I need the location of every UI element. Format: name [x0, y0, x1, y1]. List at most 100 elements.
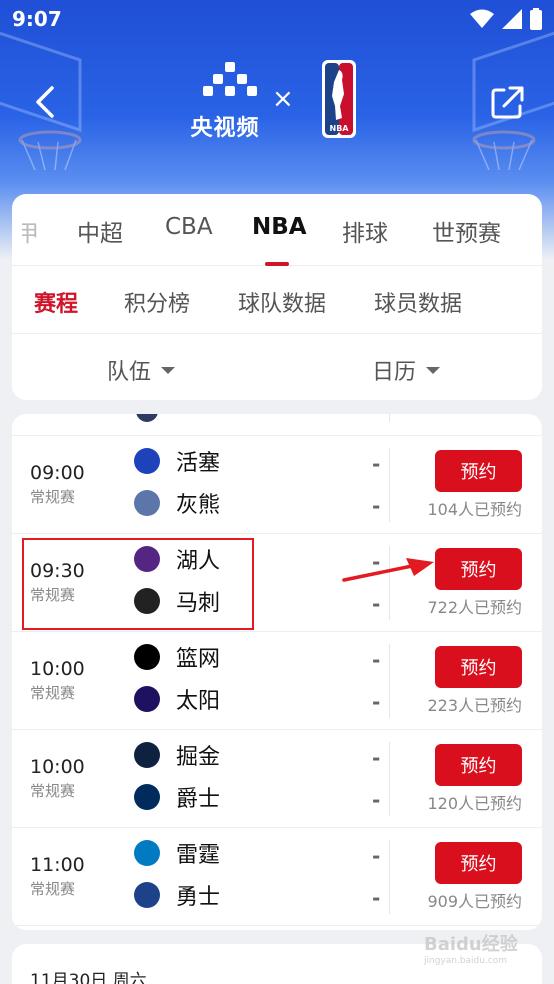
caret-down-icon [426, 366, 441, 374]
away-team-name: 太阳 [176, 689, 221, 714]
home-team: 雷霆 [134, 836, 220, 870]
warriors-logo [134, 882, 160, 908]
game-type: 常规赛 [30, 782, 76, 800]
nets-logo [134, 644, 160, 670]
tab-player-stats[interactable]: 球员数据 [374, 286, 462, 318]
navigation-card: 甲 中超 CBA NBA 排球 世预赛 赛程 积分榜 球队数据 球员数据 队伍 … [12, 194, 542, 400]
tab-world-cup-qualifiers[interactable]: 世预赛 [432, 214, 501, 248]
game-row[interactable]: 11:00 常规赛 雷霆勇士 - - 预约 909人已预约 [12, 828, 542, 926]
jazz-logo [134, 784, 160, 810]
share-button[interactable] [490, 84, 526, 120]
highlight-box-annotation [22, 538, 254, 630]
away-team-name: 爵士 [176, 787, 221, 812]
game-row[interactable]: 09:00 常规赛 活塞灰熊 - - 预约 104人已预约 [12, 436, 542, 534]
tab-csl[interactable]: 中超 [77, 214, 123, 248]
reserve-button[interactable]: 预约 [435, 450, 522, 492]
watermark-sub: jingyan.baidu.com [424, 956, 508, 966]
caret-down-icon [161, 366, 176, 374]
game-type: 常规赛 [30, 488, 76, 506]
schedule-list: 09:00 常规赛 活塞 灰熊 - - 预约 104人已预约 09:30 常规赛 湖人 马刺 - - 预约 7… [12, 414, 542, 930]
partnership-sign: × [272, 84, 294, 114]
baidu-jingyan-watermark: Baidu经验 jingyan.baidu.com [424, 930, 534, 970]
status-icons [470, 8, 542, 30]
game-row[interactable]: 10:00 常规赛 掘金爵士 - - 预约 120人已预约 [12, 730, 542, 828]
home-score: - [372, 746, 381, 770]
team-logo [136, 414, 158, 422]
watermark-main: Baidu经验 [424, 934, 518, 955]
status-time: 9:07 [12, 7, 62, 31]
cctv-video-logo: 央视频 [185, 60, 265, 141]
away-team-name: 灰熊 [176, 493, 221, 518]
team-filter-dropdown[interactable]: 队伍 [107, 354, 176, 386]
game-time: 10:00 [30, 658, 85, 680]
back-button[interactable] [28, 82, 64, 122]
game-row[interactable]: 10:00 常规赛 篮网太阳 - - 预约 223人已预约 [12, 632, 542, 730]
brand-name: 央视频 [190, 116, 260, 141]
calendar-filter-dropdown[interactable]: 日历 [372, 354, 441, 386]
column-divider [389, 840, 390, 914]
tab-league-partial[interactable]: 甲 [22, 214, 39, 248]
reservation-count: 120人已预约 [427, 794, 522, 813]
away-team: 勇士 [134, 878, 220, 912]
away-team: 灰熊 [134, 486, 220, 520]
cctv-video-icon [203, 62, 257, 96]
grizzlies-logo [134, 490, 160, 516]
reserve-button[interactable]: 预约 [435, 842, 522, 884]
reservation-count: 909人已预约 [427, 892, 522, 911]
column-divider [389, 644, 390, 718]
home-score: - [372, 648, 381, 672]
home-team-name: 雷霆 [176, 843, 221, 868]
tab-cba[interactable]: CBA [165, 214, 213, 240]
game-time: 10:00 [30, 756, 85, 778]
away-score: - [372, 690, 381, 714]
nba-logo: NBA [322, 60, 356, 138]
reserve-button[interactable]: 预约 [435, 646, 522, 688]
league-tabs: 甲 中超 CBA NBA 排球 世预赛 [12, 194, 542, 266]
away-score: - [372, 788, 381, 812]
reservation-count: 223人已预约 [427, 696, 522, 715]
tab-standings[interactable]: 积分榜 [124, 286, 190, 318]
status-bar: 9:07 [0, 0, 554, 38]
away-team: 爵士 [134, 780, 220, 814]
home-team: 掘金 [134, 738, 220, 772]
home-team-name: 活塞 [176, 451, 221, 476]
home-team-name: 篮网 [176, 647, 221, 672]
home-team: 篮网 [134, 640, 220, 674]
away-score: - [372, 494, 381, 518]
home-score: - [372, 452, 381, 476]
partial-game-row [12, 414, 542, 436]
game-time: 11:00 [30, 854, 85, 876]
reserve-button[interactable]: 预约 [435, 548, 522, 590]
away-score: - [372, 592, 381, 616]
suns-logo [134, 686, 160, 712]
thunder-logo [134, 840, 160, 866]
home-team: 活塞 [134, 444, 220, 478]
column-divider [389, 742, 390, 816]
reservation-count: 104人已预约 [427, 500, 522, 519]
column-divider [389, 448, 390, 522]
cell-signal-icon [502, 9, 522, 29]
away-score: - [372, 886, 381, 910]
battery-icon [530, 8, 542, 30]
home-score: - [372, 844, 381, 868]
team-filter-label: 队伍 [107, 360, 152, 385]
game-time: 09:00 [30, 462, 85, 484]
reservation-count: 722人已预约 [427, 598, 522, 617]
away-team-name: 勇士 [176, 885, 221, 910]
calendar-filter-label: 日历 [372, 360, 417, 385]
tab-nba[interactable]: NBA [252, 214, 307, 240]
tab-volleyball[interactable]: 排球 [342, 214, 388, 248]
reserve-button[interactable]: 预约 [435, 744, 522, 786]
away-team: 太阳 [134, 682, 220, 716]
column-divider [389, 414, 390, 422]
game-type: 常规赛 [30, 684, 76, 702]
date-heading: 11月30日 周六 [30, 971, 147, 984]
home-team-name: 掘金 [176, 745, 221, 770]
nuggets-logo [134, 742, 160, 768]
arrow-annotation [342, 558, 434, 582]
tab-schedule[interactable]: 赛程 [34, 286, 78, 318]
sub-tabs: 赛程 积分榜 球队数据 球员数据 [12, 266, 542, 334]
tab-team-stats[interactable]: 球队数据 [238, 286, 326, 318]
game-type: 常规赛 [30, 880, 76, 898]
pistons-logo [134, 448, 160, 474]
